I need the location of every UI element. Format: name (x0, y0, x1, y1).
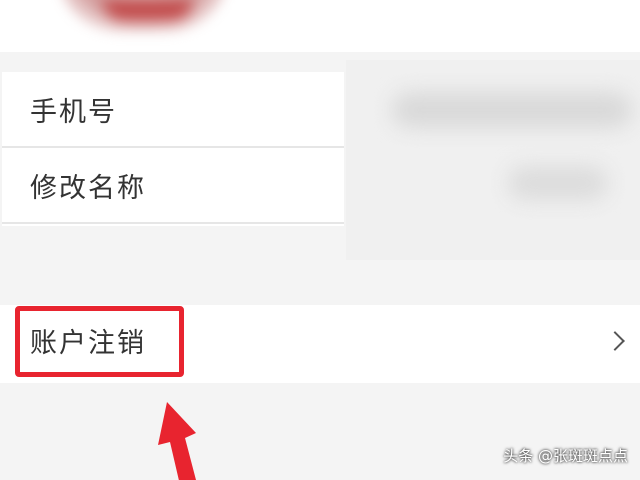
watermark: 头条 @张斑斑点点 (503, 447, 628, 465)
red-arrow-annotation-icon (158, 402, 196, 480)
